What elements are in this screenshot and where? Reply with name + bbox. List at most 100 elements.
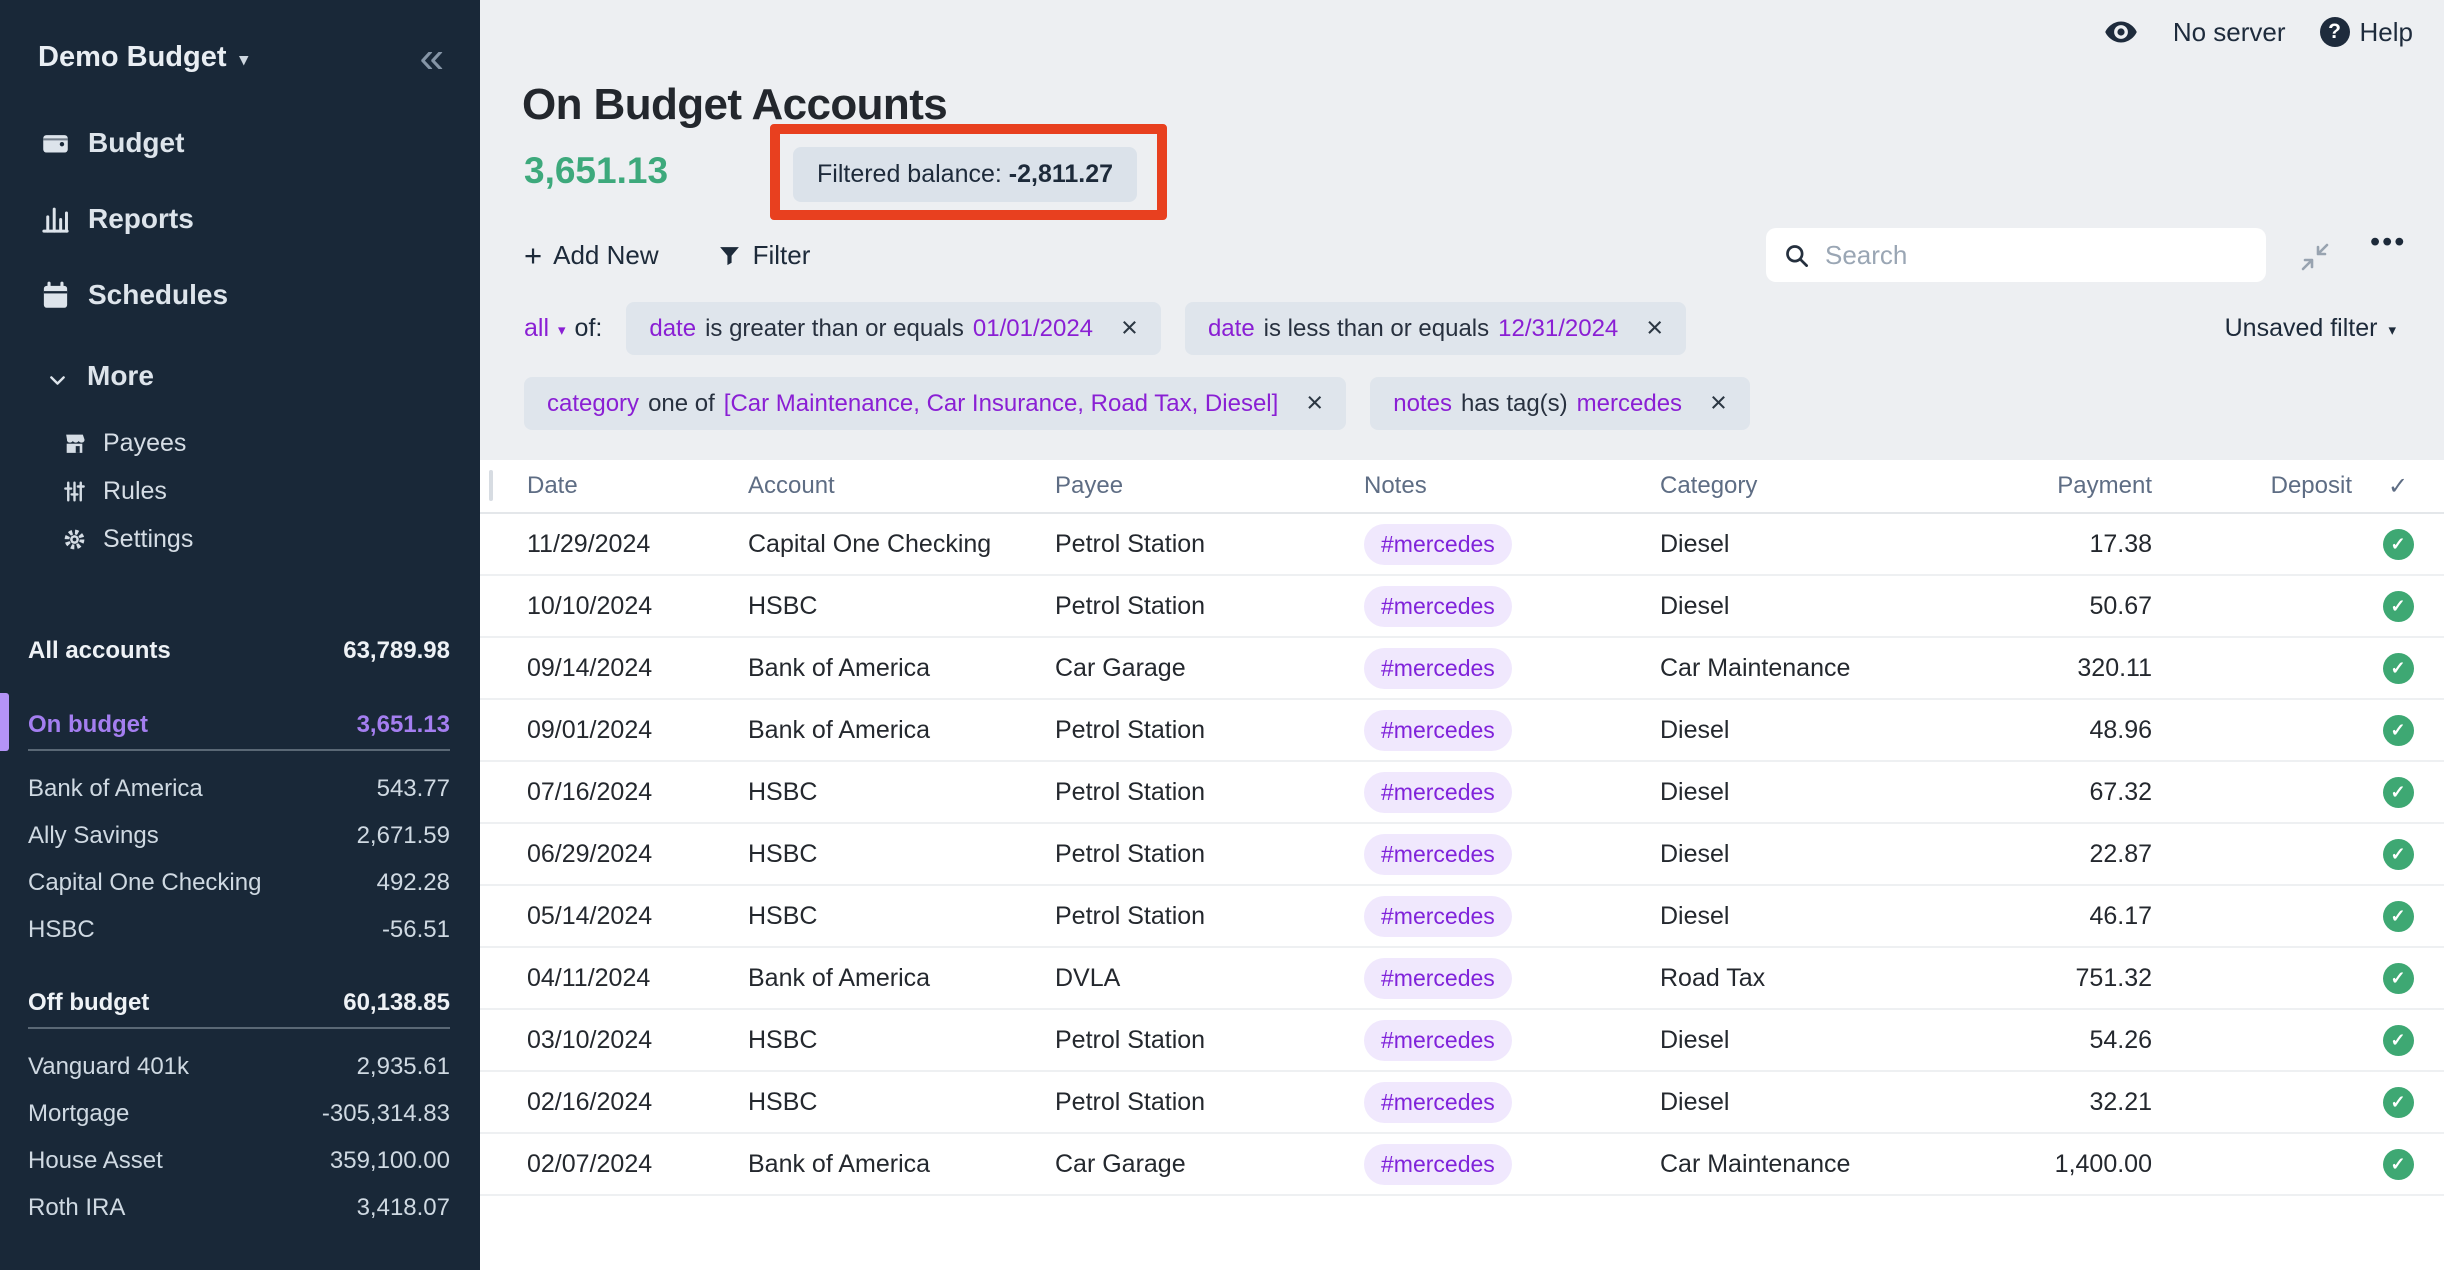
note-tag[interactable]: #mercedes: [1364, 896, 1512, 937]
cleared-check-icon[interactable]: ✓: [2383, 901, 2414, 932]
collapse-sidebar-icon[interactable]: «: [420, 40, 444, 75]
column-header-notes[interactable]: Notes: [1364, 472, 1660, 500]
table-row[interactable]: 02/16/2024 HSBC Petrol Station #mercedes…: [480, 1072, 2444, 1134]
note-tag[interactable]: #mercedes: [1364, 1144, 1512, 1185]
table-row[interactable]: 02/07/2024 Bank of America Car Garage #m…: [480, 1134, 2444, 1196]
note-tag[interactable]: #mercedes: [1364, 586, 1512, 627]
cell-notes[interactable]: #mercedes: [1364, 772, 1660, 813]
cell-notes[interactable]: #mercedes: [1364, 586, 1660, 627]
table-row[interactable]: 04/11/2024 Bank of America DVLA #mercede…: [480, 948, 2444, 1010]
table-row[interactable]: 11/29/2024 Capital One Checking Petrol S…: [480, 514, 2444, 576]
cell-payment[interactable]: 48.96: [1960, 716, 2152, 745]
cell-category[interactable]: Car Maintenance: [1660, 654, 1960, 683]
cell-payee[interactable]: Petrol Station: [1055, 778, 1364, 807]
cell-date[interactable]: 10/10/2024: [527, 592, 748, 621]
note-tag[interactable]: #mercedes: [1364, 834, 1512, 875]
cell-category[interactable]: Road Tax: [1660, 964, 1960, 993]
cell-date[interactable]: 07/16/2024: [527, 778, 748, 807]
note-tag[interactable]: #mercedes: [1364, 958, 1512, 999]
cell-account[interactable]: HSBC: [748, 592, 1055, 621]
table-row[interactable]: 07/16/2024 HSBC Petrol Station #mercedes…: [480, 762, 2444, 824]
sidebar-account-item[interactable]: Bank of America 543.77: [0, 765, 480, 812]
sidebar-account-item[interactable]: Ally Savings 2,671.59: [0, 812, 480, 859]
note-tag[interactable]: #mercedes: [1364, 648, 1512, 689]
cell-notes[interactable]: #mercedes: [1364, 834, 1660, 875]
note-tag[interactable]: #mercedes: [1364, 1020, 1512, 1061]
budget-file-menu[interactable]: Demo Budget ▾: [38, 41, 248, 74]
note-tag[interactable]: #mercedes: [1364, 710, 1512, 751]
cell-account[interactable]: HSBC: [748, 840, 1055, 869]
cell-date[interactable]: 02/07/2024: [527, 1150, 748, 1179]
cell-notes[interactable]: #mercedes: [1364, 1144, 1660, 1185]
table-row[interactable]: 06/29/2024 HSBC Petrol Station #mercedes…: [480, 824, 2444, 886]
cell-date[interactable]: 02/16/2024: [527, 1088, 748, 1117]
cell-payee[interactable]: Petrol Station: [1055, 716, 1364, 745]
cell-category[interactable]: Diesel: [1660, 592, 1960, 621]
cell-date[interactable]: 03/10/2024: [527, 1026, 748, 1055]
column-header-account[interactable]: Account: [748, 472, 1055, 500]
cell-payment[interactable]: 32.21: [1960, 1088, 2152, 1117]
cell-category[interactable]: Car Maintenance: [1660, 1150, 1960, 1179]
note-tag[interactable]: #mercedes: [1364, 524, 1512, 565]
filter-match-mode[interactable]: all ▾ of:: [524, 314, 602, 343]
select-all-checkbox[interactable]: [489, 470, 493, 501]
cell-payment[interactable]: 751.32: [1960, 964, 2152, 993]
column-header-category[interactable]: Category: [1660, 472, 1960, 500]
table-row[interactable]: 03/10/2024 HSBC Petrol Station #mercedes…: [480, 1010, 2444, 1072]
cell-category[interactable]: Diesel: [1660, 840, 1960, 869]
filtered-balance-pill[interactable]: Filtered balance: -2,811.27: [793, 147, 1137, 202]
sidebar-item-rules[interactable]: Rules: [0, 467, 480, 515]
cell-notes[interactable]: #mercedes: [1364, 958, 1660, 999]
column-header-payee[interactable]: Payee: [1055, 472, 1364, 500]
cell-account[interactable]: HSBC: [748, 902, 1055, 931]
cell-notes[interactable]: #mercedes: [1364, 1082, 1660, 1123]
cleared-check-icon[interactable]: ✓: [2383, 591, 2414, 622]
cell-payee[interactable]: Car Garage: [1055, 1150, 1364, 1179]
filter-value[interactable]: [Car Maintenance, Car Insurance, Road Ta…: [724, 390, 1279, 418]
filter-button[interactable]: Filter: [717, 240, 811, 271]
sidebar-account-item[interactable]: HSBC -56.51: [0, 906, 480, 953]
column-header-deposit[interactable]: Deposit: [2152, 472, 2352, 500]
add-new-button[interactable]: + Add New: [524, 240, 659, 271]
cell-account[interactable]: HSBC: [748, 778, 1055, 807]
server-status[interactable]: No server: [2173, 17, 2286, 48]
search-input[interactable]: [1823, 239, 2249, 272]
cell-payment[interactable]: 50.67: [1960, 592, 2152, 621]
cleared-check-icon[interactable]: ✓: [2383, 653, 2414, 684]
account-balance[interactable]: 3,651.13: [524, 150, 668, 192]
cell-payee[interactable]: Petrol Station: [1055, 530, 1364, 559]
table-row[interactable]: 09/01/2024 Bank of America Petrol Statio…: [480, 700, 2444, 762]
cell-payment[interactable]: 320.11: [1960, 654, 2152, 683]
cell-account[interactable]: Bank of America: [748, 654, 1055, 683]
filter-value[interactable]: 12/31/2024: [1498, 315, 1618, 343]
filter-field[interactable]: date: [1208, 315, 1255, 343]
more-options-icon[interactable]: •••: [2370, 226, 2406, 259]
search-box[interactable]: [1766, 228, 2266, 282]
sidebar-item-reports[interactable]: Reports: [0, 181, 480, 257]
remove-filter-icon[interactable]: ×: [1646, 314, 1663, 343]
cell-category[interactable]: Diesel: [1660, 778, 1960, 807]
cell-notes[interactable]: #mercedes: [1364, 524, 1660, 565]
sidebar-item-all-accounts[interactable]: All accounts 63,789.98: [0, 627, 480, 675]
cell-payment[interactable]: 67.32: [1960, 778, 2152, 807]
cell-payee[interactable]: Petrol Station: [1055, 840, 1364, 869]
cell-payment[interactable]: 1,400.00: [1960, 1150, 2152, 1179]
filter-condition-chip[interactable]: notes has tag(s) mercedes ×: [1370, 377, 1750, 430]
cell-date[interactable]: 09/14/2024: [527, 654, 748, 683]
cell-account[interactable]: Capital One Checking: [748, 530, 1055, 559]
cell-payee[interactable]: Petrol Station: [1055, 592, 1364, 621]
cell-account[interactable]: Bank of America: [748, 964, 1055, 993]
cleared-check-icon[interactable]: ✓: [2383, 1087, 2414, 1118]
table-row[interactable]: 09/14/2024 Bank of America Car Garage #m…: [480, 638, 2444, 700]
cell-date[interactable]: 05/14/2024: [527, 902, 748, 931]
cell-notes[interactable]: #mercedes: [1364, 710, 1660, 751]
sidebar-account-item[interactable]: Capital One Checking 492.28: [0, 859, 480, 906]
cleared-check-icon[interactable]: ✓: [2383, 529, 2414, 560]
collapse-transactions-icon[interactable]: [2298, 240, 2332, 274]
column-header-payment[interactable]: Payment: [1960, 472, 2152, 500]
sidebar-item-settings[interactable]: Settings: [0, 515, 480, 563]
cell-payee[interactable]: DVLA: [1055, 964, 1364, 993]
cell-notes[interactable]: #mercedes: [1364, 648, 1660, 689]
account-group-header[interactable]: Off budget 60,138.85: [28, 979, 450, 1029]
cell-payee[interactable]: Petrol Station: [1055, 1088, 1364, 1117]
